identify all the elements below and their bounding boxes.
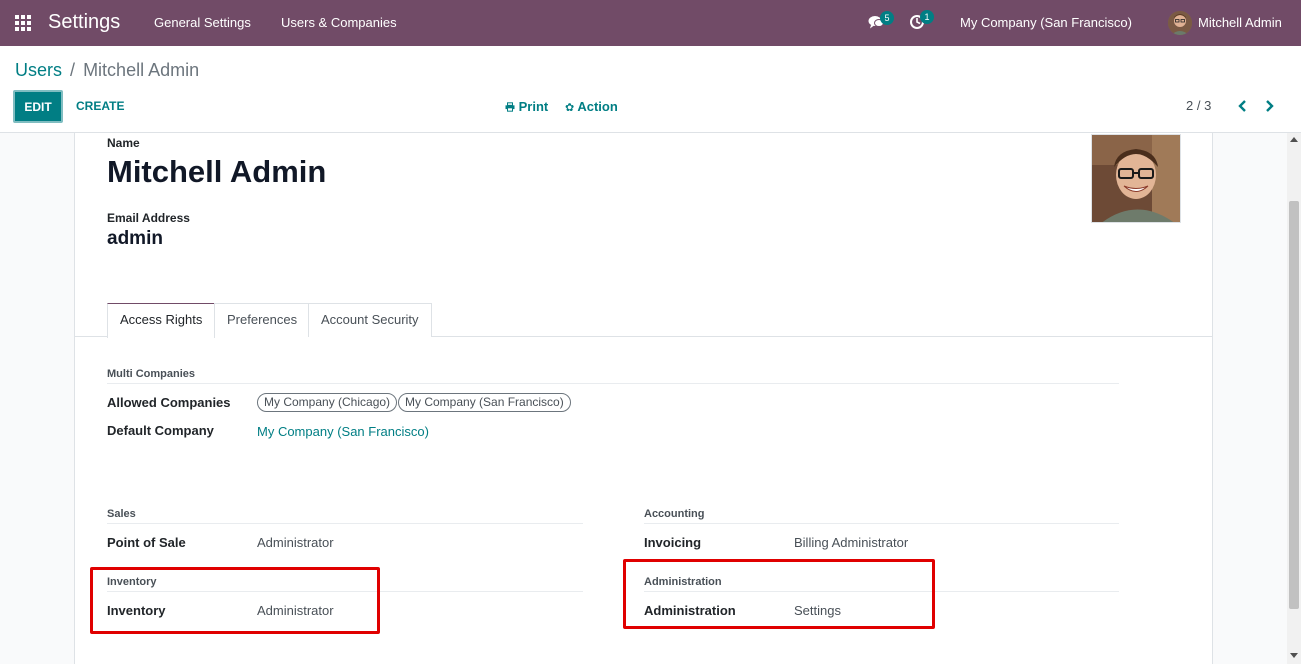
print-button[interactable]: Print xyxy=(505,99,548,114)
user-menu[interactable]: Mitchell Admin xyxy=(1198,15,1282,30)
breadcrumb-current: Mitchell Admin xyxy=(83,60,200,80)
user-photo[interactable] xyxy=(1091,134,1181,223)
point-of-sale-value: Administrator xyxy=(257,535,334,550)
avatar[interactable] xyxy=(1168,11,1192,35)
breadcrumb: Users / Mitchell Admin xyxy=(15,60,199,81)
print-label: Print xyxy=(518,99,549,114)
accounting-title: Accounting xyxy=(644,508,705,520)
separator-line xyxy=(644,523,1119,524)
user-name-field: Mitchell Admin xyxy=(107,154,327,189)
breadcrumb-separator: / xyxy=(70,60,76,80)
company-tag[interactable]: My Company (San Francisco) xyxy=(398,393,571,412)
activities-badge: 1 xyxy=(920,10,934,24)
action-button[interactable]: ✿ Action xyxy=(565,99,618,114)
breadcrumb-users-link[interactable]: Users xyxy=(15,60,62,80)
pager-value[interactable]: 2 / 3 xyxy=(1186,98,1211,113)
point-of-sale-label: Point of Sale xyxy=(107,535,186,550)
scrollbar[interactable] xyxy=(1287,133,1301,664)
email-label: Email Address xyxy=(107,211,190,225)
messages-badge: 5 xyxy=(880,11,894,25)
apps-grid-icon[interactable] xyxy=(15,15,31,31)
company-tag[interactable]: My Company (Chicago) xyxy=(257,393,398,412)
notebook-tabs: Access Rights Preferences Account Securi… xyxy=(75,302,1212,338)
scroll-down-arrow-icon[interactable] xyxy=(1290,653,1298,658)
top-navbar: Settings General Settings Users & Compan… xyxy=(0,0,1301,46)
gear-icon: ✿ xyxy=(565,102,575,114)
inventory-highlight-box xyxy=(90,567,380,634)
allowed-companies-label: Allowed Companies xyxy=(107,395,231,410)
menu-users-companies[interactable]: Users & Companies xyxy=(281,15,397,30)
name-label: Name xyxy=(107,136,140,150)
tab-preferences[interactable]: Preferences xyxy=(214,303,311,337)
separator-line xyxy=(107,523,583,524)
tab-access-rights[interactable]: Access Rights xyxy=(107,303,216,338)
default-company-label: Default Company xyxy=(107,423,214,438)
multi-companies-title: Multi Companies xyxy=(107,368,196,380)
invoicing-label: Invoicing xyxy=(644,535,702,550)
administration-highlight-box xyxy=(623,559,935,629)
control-panel: Users / Mitchell Admin EDIT CREATE Print… xyxy=(0,46,1301,133)
action-label: Action xyxy=(577,99,618,114)
sales-title: Sales xyxy=(107,508,136,520)
scroll-up-arrow-icon[interactable] xyxy=(1290,137,1298,142)
email-field: admin xyxy=(107,228,163,249)
app-title[interactable]: Settings xyxy=(48,11,120,34)
scroll-thumb[interactable] xyxy=(1289,201,1299,609)
menu-general-settings[interactable]: General Settings xyxy=(154,15,251,30)
chevron-left-icon[interactable] xyxy=(1236,98,1248,114)
separator-line xyxy=(107,383,1119,384)
company-switcher[interactable]: My Company (San Francisco) xyxy=(960,15,1132,30)
invoicing-value: Billing Administrator xyxy=(794,535,909,550)
create-button[interactable]: CREATE xyxy=(76,99,124,113)
edit-button[interactable]: EDIT xyxy=(13,90,63,123)
default-company-link[interactable]: My Company (San Francisco) xyxy=(257,424,429,439)
print-icon xyxy=(505,102,515,112)
tab-account-security[interactable]: Account Security xyxy=(308,303,432,337)
chevron-right-icon[interactable] xyxy=(1264,98,1276,114)
